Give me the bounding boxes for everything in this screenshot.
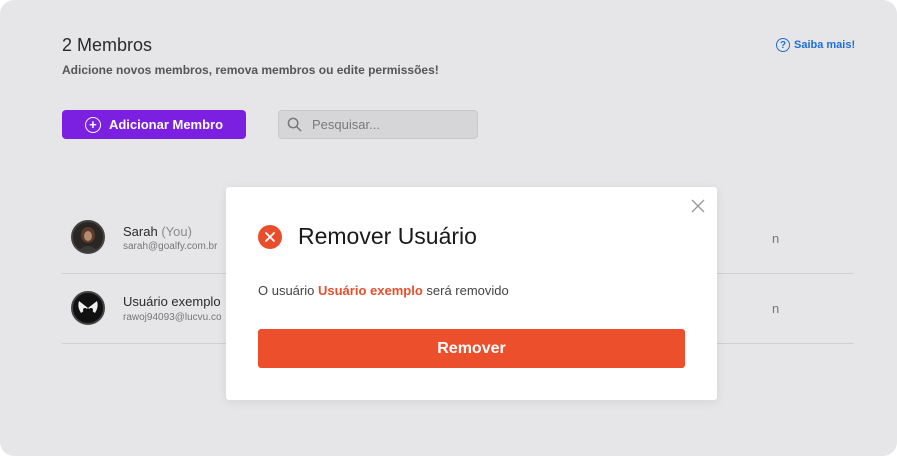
member-role-partial: n	[772, 301, 780, 316]
close-icon[interactable]	[691, 199, 705, 213]
modal-title: Remover Usuário	[298, 223, 477, 249]
help-link[interactable]: ? Saiba mais!	[776, 38, 855, 52]
page-title: 2 Membros	[62, 35, 153, 55]
help-label: Saiba mais!	[794, 39, 856, 51]
member-role-partial: n	[772, 231, 780, 246]
member-name: Usuário exemplo	[123, 294, 221, 309]
avatar	[71, 220, 105, 254]
member-name: Sarah (You)	[123, 224, 192, 239]
add-member-label: Adicionar Membro	[108, 117, 224, 132]
page-subtitle: Adicione novos membros, remova membros o…	[62, 63, 439, 77]
search-box	[278, 110, 478, 139]
search-icon	[287, 117, 302, 132]
search-input[interactable]	[310, 116, 464, 133]
avatar	[71, 291, 105, 325]
member-email: sarah@goalfy.com.br	[123, 241, 218, 252]
members-page: 2 Membros Adicione novos membros, remova…	[0, 0, 897, 456]
removed-user-name: Usuário exemplo	[318, 283, 423, 298]
question-circle-icon: ?	[776, 38, 790, 52]
remove-user-modal: Remover Usuário O usuário Usuário exempl…	[226, 187, 717, 400]
member-email: rawoj94093@lucvu.co	[123, 312, 222, 323]
modal-message: O usuário Usuário exemplo será removido	[258, 283, 509, 298]
modal-header: Remover Usuário	[258, 223, 477, 250]
plus-circle-icon: +	[84, 116, 101, 133]
remove-button[interactable]: Remover	[258, 329, 685, 368]
error-circle-icon	[258, 224, 282, 249]
add-member-button[interactable]: + Adicionar Membro	[62, 110, 246, 139]
